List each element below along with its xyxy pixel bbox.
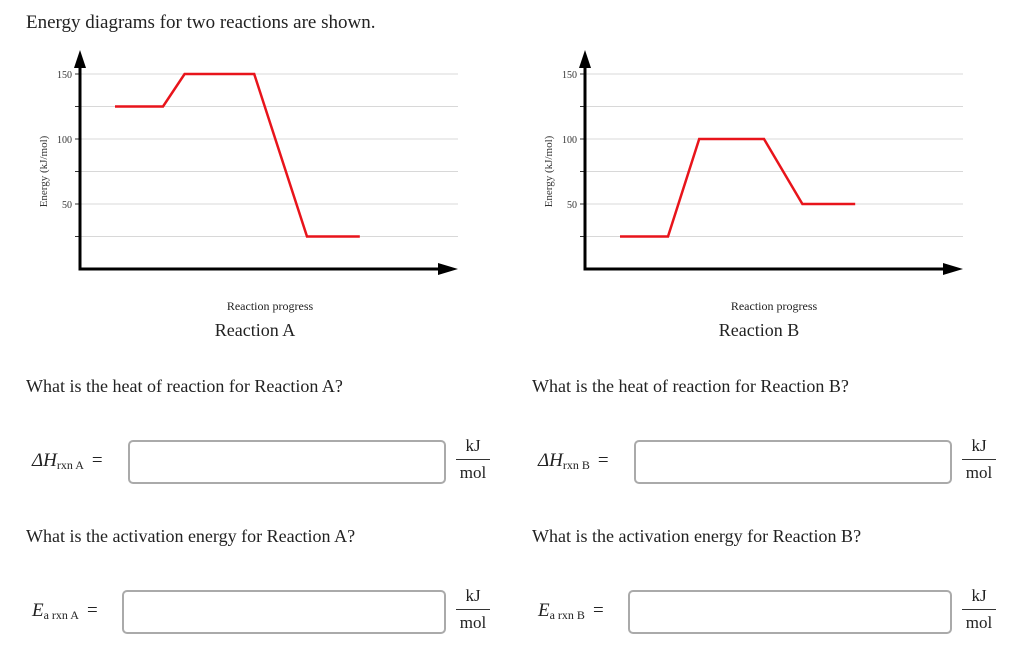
y-tick-label: 150: [562, 70, 577, 81]
y-axis-label: Energy (kJ/mol): [38, 135, 50, 207]
y-tick-label: 100: [562, 135, 577, 146]
chart-a-svg: 50 100 150 Energy (kJ/mol): [38, 50, 458, 275]
question-heat-a: What is the heat of reaction for Reactio…: [26, 376, 343, 396]
y-axis-label: Energy (kJ/mol): [543, 135, 555, 207]
unit-denominator: mol: [965, 613, 993, 632]
unit-denominator: mol: [459, 463, 487, 482]
heat-b-label: ΔHrxn B =: [538, 450, 609, 473]
unit-numerator: kJ: [962, 586, 996, 610]
y-axis-arrow: [579, 50, 591, 68]
chart-b-xlabel: Reaction progress: [730, 299, 818, 313]
activation-a-symbol: E: [32, 600, 44, 621]
x-axis-arrow: [438, 263, 458, 275]
heat-b-symbol: ΔH: [538, 450, 563, 471]
equals-sign: =: [597, 450, 609, 471]
energy-diagram-a: 50 100 150 Energy (kJ/mol): [20, 40, 480, 290]
chart-b-title: Reaction B: [718, 320, 800, 340]
y-tick-label: 150: [57, 70, 72, 81]
heat-a-label: ΔHrxn A =: [32, 450, 103, 473]
question-heat-b: What is the heat of reaction for Reactio…: [532, 376, 849, 396]
y-tick-label: 100: [57, 135, 72, 146]
unit-numerator: kJ: [456, 586, 490, 610]
activation-b-symbol: E: [538, 600, 550, 621]
heat-b-subscript: rxn B: [562, 458, 590, 472]
unit-kj-per-mol: kJ mol: [456, 436, 490, 483]
heat-a-input[interactable]: [128, 440, 446, 484]
activation-b-label: Ea rxn B =: [538, 600, 604, 623]
activation-a-input[interactable]: [122, 590, 446, 634]
unit-numerator: kJ: [456, 436, 490, 460]
question-activation-a: What is the activation energy for Reacti…: [26, 526, 356, 546]
unit-kj-per-mol: kJ mol: [962, 436, 996, 483]
x-axis-arrow: [943, 263, 963, 275]
answer-row-activation-b: Ea rxn B = kJ mol: [532, 586, 1012, 638]
chart-b-svg: 50 100 150 Energy (kJ/mol): [543, 50, 963, 275]
unit-kj-per-mol: kJ mol: [456, 586, 490, 633]
equals-sign: =: [86, 600, 98, 621]
unit-denominator: mol: [965, 463, 993, 482]
energy-diagram-b: 50 100 150 Energy (kJ/mol): [525, 40, 985, 290]
heat-a-subscript: rxn A: [56, 458, 84, 472]
question-activation-b: What is the activation energy for Reacti…: [532, 526, 862, 546]
equals-sign: =: [592, 600, 604, 621]
energy-curve: [115, 72, 360, 238]
activation-a-label: Ea rxn A =: [32, 600, 98, 623]
heat-a-symbol: ΔH: [32, 450, 57, 471]
unit-numerator: kJ: [962, 436, 996, 460]
y-tick-label: 50: [567, 200, 577, 211]
y-tick-label: 50: [62, 200, 72, 211]
answer-row-activation-a: Ea rxn A = kJ mol: [26, 586, 506, 638]
activation-a-subscript: a rxn A: [43, 608, 79, 622]
chart-a-title: Reaction A: [214, 320, 296, 340]
chart-a-xlabel: Reaction progress: [226, 299, 314, 313]
activation-b-input[interactable]: [628, 590, 952, 634]
heat-b-input[interactable]: [634, 440, 952, 484]
equals-sign: =: [91, 450, 103, 471]
answer-row-heat-b: ΔHrxn B = kJ mol: [532, 436, 1012, 488]
unit-denominator: mol: [459, 613, 487, 632]
answer-row-heat-a: ΔHrxn A = kJ mol: [26, 436, 506, 488]
intro-text: Energy diagrams for two reactions are sh…: [26, 12, 376, 33]
unit-kj-per-mol: kJ mol: [962, 586, 996, 633]
activation-b-subscript: a rxn B: [549, 608, 585, 622]
energy-curve: [620, 137, 856, 238]
y-axis-arrow: [74, 50, 86, 68]
